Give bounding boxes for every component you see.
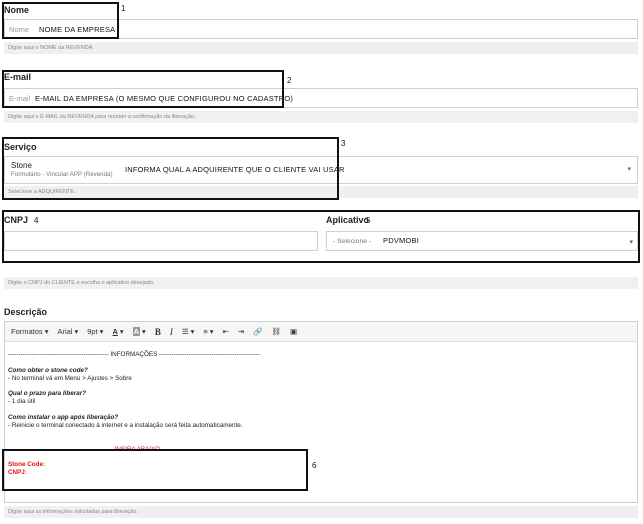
bold-icon: B xyxy=(154,326,161,337)
italic-icon: I xyxy=(169,326,173,337)
annotation-number-6: 6 xyxy=(312,461,317,470)
font-dropdown[interactable]: Arial ▾ xyxy=(57,327,78,336)
numbered-list-icon: ≡ xyxy=(203,327,208,336)
background-color-button[interactable]: A ▾ xyxy=(132,327,146,336)
font-size-dropdown[interactable]: 9pt ▾ xyxy=(87,327,103,336)
annotation-number-2: 2 xyxy=(287,76,292,85)
background-color-icon: A xyxy=(132,327,141,336)
cnpj-input[interactable] xyxy=(4,231,318,251)
font-size-label: 9pt xyxy=(87,327,98,336)
answer-1: - No terminal vá em Menu > Ajustes > Sob… xyxy=(8,374,132,382)
caret-down-icon: ▾ xyxy=(209,327,214,336)
caret-down-icon: ▾ xyxy=(190,327,195,336)
answer-2: - 1 dia útil xyxy=(8,398,36,406)
aplicativo-placeholder: - Selecione - xyxy=(333,238,372,245)
question-3: Como instalar o app após liberação? xyxy=(8,413,119,421)
caret-down-icon: ▾ xyxy=(119,327,124,336)
annotation-box-2 xyxy=(2,70,284,108)
image-button[interactable]: ▣ xyxy=(290,327,297,336)
bullet-list-icon: ☰ xyxy=(181,327,189,336)
email-help: Digite aqui o E-MAIL da REVENDA para rec… xyxy=(4,111,638,123)
nome-help: Digite aqui o NOME da REVENDA. xyxy=(4,42,638,54)
link-button[interactable]: 🔗 xyxy=(253,327,262,336)
annotation-number-1: 1 xyxy=(121,4,126,13)
chevron-down-icon: ▾ xyxy=(627,166,631,173)
caret-down-icon: ▾ xyxy=(44,327,49,336)
unlink-button[interactable]: ⛓ xyxy=(271,327,281,336)
descricao-help: Digite aqui as informações solicitadas p… xyxy=(4,506,638,518)
text-color-button[interactable]: A ▾ xyxy=(112,327,123,336)
indent-icon: ⇥ xyxy=(237,327,245,336)
bold-button[interactable]: B xyxy=(155,327,161,337)
outdent-icon: ⇤ xyxy=(222,327,229,336)
descricao-label: Descrição xyxy=(4,307,48,317)
question-1: Como obter o stone code? xyxy=(8,366,88,374)
annotation-number-4: 4 xyxy=(34,216,39,225)
caret-down-icon: ▾ xyxy=(99,327,104,336)
formats-dropdown[interactable]: Formatos ▾ xyxy=(11,327,48,336)
formats-label: Formatos xyxy=(11,327,43,336)
aplicativo-value: PDVMOBI xyxy=(383,236,419,245)
annotation-box-1 xyxy=(2,2,119,39)
annotation-number-3: 3 xyxy=(341,139,346,148)
cnpj-label: CNPJ xyxy=(4,215,29,225)
question-2: Qual o prazo para liberar? xyxy=(8,390,87,398)
answer-3: - Reinicie o terminal conectado à intern… xyxy=(8,421,243,429)
image-icon: ▣ xyxy=(289,327,298,336)
annotation-number-5: 5 xyxy=(366,216,371,225)
aplicativo-select[interactable]: - Selecione - PDVMOBI ▾ xyxy=(326,231,638,251)
link-icon: 🔗 xyxy=(253,327,263,336)
aplicativo-label: Aplicativo xyxy=(326,215,370,225)
caret-down-icon: ▾ xyxy=(142,327,146,336)
cnpj-app-help: Digite o CNPJ do CLIENTE e escolha o apl… xyxy=(4,277,638,289)
annotation-box-3 xyxy=(2,137,339,200)
info-header: ----------------------------------------… xyxy=(8,351,260,358)
indent-button[interactable]: ⇥ xyxy=(238,327,244,336)
italic-button[interactable]: I xyxy=(170,327,173,337)
annotation-box-6 xyxy=(2,449,308,491)
caret-down-icon: ▾ xyxy=(74,327,79,336)
chevron-down-icon: ▾ xyxy=(629,239,633,246)
numbered-list-button[interactable]: ≡ ▾ xyxy=(203,327,213,336)
editor-toolbar: Formatos ▾ Arial ▾ 9pt ▾ A ▾ A ▾ B I ☰ ▾ ≡ ▾ ⇤ … xyxy=(5,322,637,342)
unlink-icon: ⛓ xyxy=(271,327,281,336)
font-label: Arial xyxy=(57,327,73,336)
outdent-button[interactable]: ⇤ xyxy=(222,327,228,336)
bullet-list-button[interactable]: ☰ ▾ xyxy=(182,327,195,336)
text-color-icon: A xyxy=(112,327,118,336)
